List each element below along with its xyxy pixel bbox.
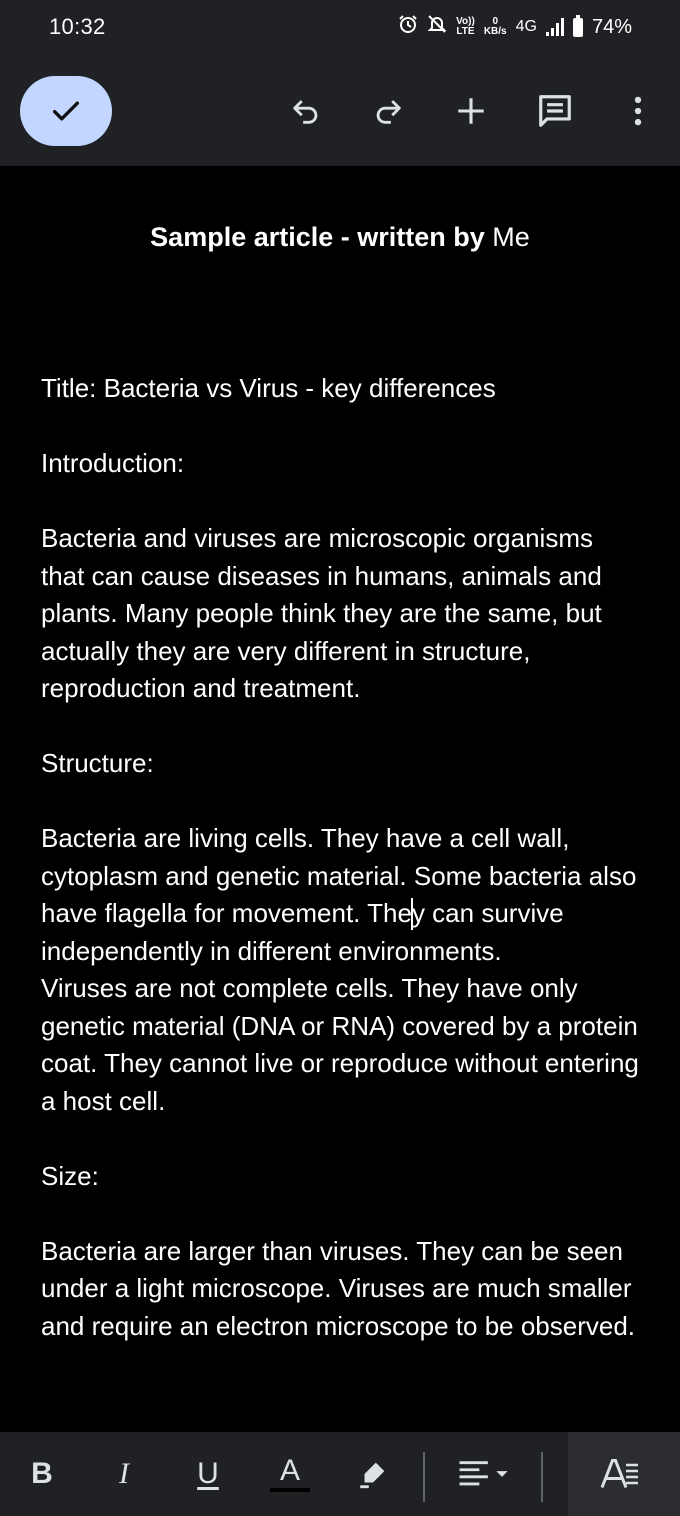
status-time: 10:32 [49,14,106,39]
heading-author: Me [492,222,530,252]
toolbar-divider [423,1452,425,1502]
text-format-icon [600,1459,638,1489]
text-color-button[interactable]: A [270,1454,310,1494]
paragraph: Bacteria and viruses are microscopic org… [41,523,602,703]
volte-icon: Vo)) LTE [456,16,475,37]
mute-icon [427,14,447,40]
document-body[interactable]: Title: Bacteria vs Virus - key differenc… [41,370,641,1345]
document-heading: Sample article - written by Me [0,222,680,253]
alarm-icon [398,14,418,40]
paragraph: Bacteria are living cells. They have a c… [41,820,641,970]
bold-icon[interactable]: B [28,1454,56,1494]
highlight-icon [360,1462,385,1489]
format-toolbar: B I U A [0,1432,680,1516]
toolbar-divider [541,1452,543,1502]
redo-icon [376,100,401,124]
editor-toolbar [0,56,680,166]
comment-button[interactable] [536,92,574,130]
paragraph: Bacteria are larger than viruses. They c… [41,1235,636,1341]
done-button[interactable] [20,76,112,146]
undo-icon [293,100,318,124]
data-speed: 0 KB/s [483,16,507,37]
align-icon [459,1461,508,1486]
text-color-icon: A [279,1454,300,1487]
status-bar: 10:32 Vo)) LTE 0 KB/s 4G 74% [0,0,680,56]
check-icon [52,101,80,121]
undo-button[interactable] [287,92,325,130]
heading-bold-text: Sample article - written by [150,222,485,252]
align-button[interactable] [455,1454,515,1494]
more-options-button[interactable] [619,92,657,130]
battery-percent: 74% [591,15,632,38]
text-format-button[interactable] [568,1432,680,1516]
status-icons: Vo)) LTE 0 KB/s 4G 74% [398,14,632,40]
italic-icon[interactable]: I [110,1454,138,1494]
insert-button[interactable] [452,92,490,130]
paragraph: Structure: [41,748,154,778]
paragraph: Size: [41,1160,99,1191]
underline-icon[interactable]: U [193,1454,223,1494]
highlight-button[interactable] [355,1454,391,1494]
more-vert-icon [634,96,642,126]
paragraph: Viruses are not complete cells. They hav… [41,973,639,1116]
document-canvas[interactable]: Sample article - written by Me Title: Ba… [0,166,680,1432]
comment-icon [539,95,571,127]
battery-icon [572,14,583,37]
redo-button[interactable] [369,92,407,130]
signal-icon [545,18,564,36]
paragraph: Title: Bacteria vs Virus - key differenc… [41,373,496,403]
paragraph: Introduction: [41,448,185,478]
network-type: 4G [515,18,537,35]
add-icon [458,98,484,124]
